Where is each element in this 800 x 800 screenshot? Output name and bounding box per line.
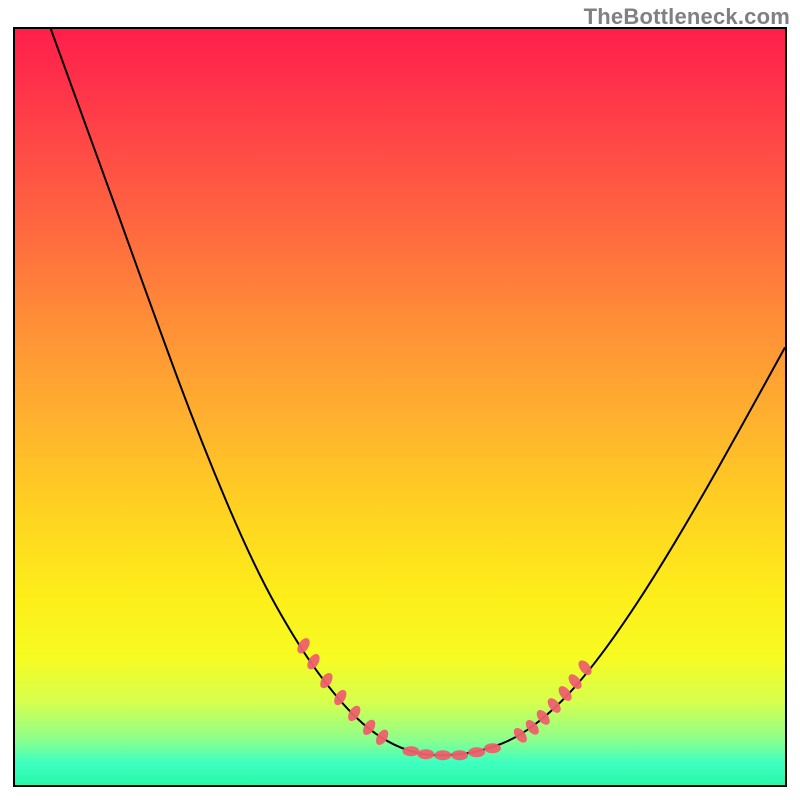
curve-marker [534,708,552,727]
curve-marker [373,728,390,748]
plot-area [13,27,787,787]
curve-marker [417,749,434,759]
curve-marker [556,684,574,703]
curve-marker [566,672,584,691]
curve-marker [318,671,335,691]
curve-marker [511,726,529,745]
curve-marker [402,746,419,756]
curve-marker [332,688,349,708]
curve-marker [451,750,468,760]
curve-marker [468,747,485,757]
curve-marker [434,750,451,760]
watermark-text: TheBottleneck.com [584,4,790,30]
curve-marker [545,696,563,715]
curve-marker [305,652,322,672]
chart-curve [15,29,785,785]
curve-marker [484,743,501,753]
